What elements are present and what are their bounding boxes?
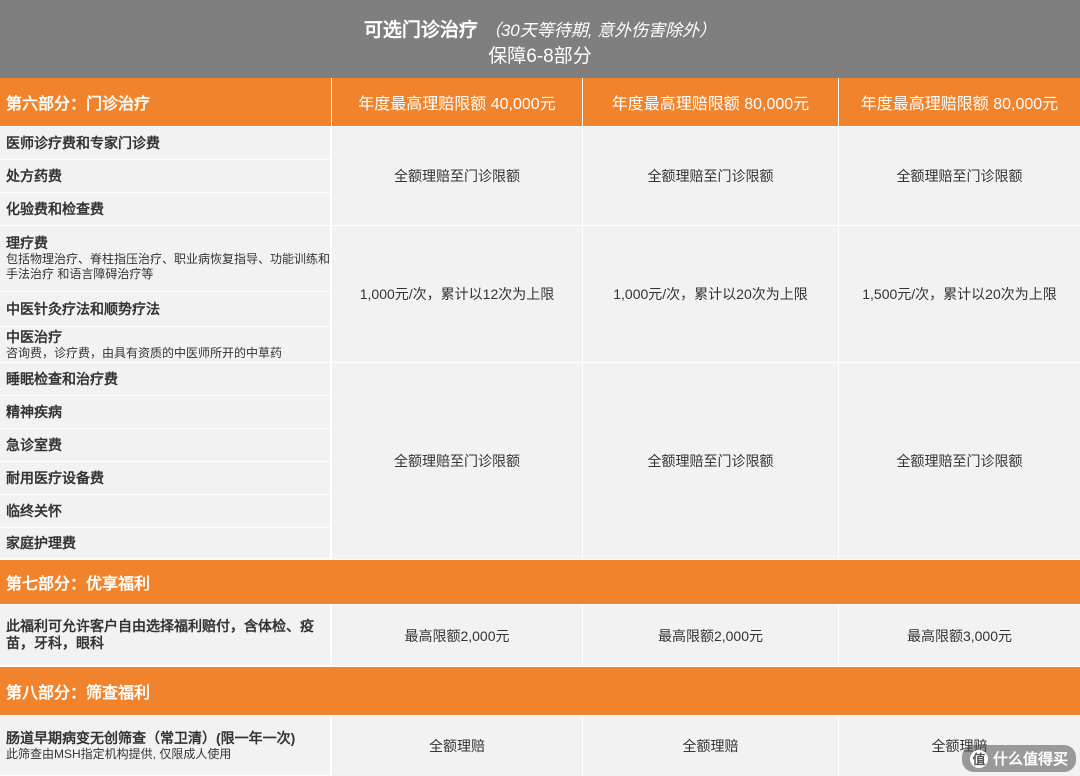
row-label: 中医治疗 咨询费，诊疗费，由具有资质的中医师所开的中草药	[0, 327, 330, 363]
row-label: 理疗费 包括物理治疗、脊柱指压治疗、职业病恢复指导、功能训练和手法治疗 和语言障碍…	[0, 226, 330, 292]
section-7-row-label: 此福利可允许客户自由选择福利赔付，含体检、疫苗，牙科，眼科	[0, 605, 330, 666]
row-label: 医师诊疗费和专家门诊费	[0, 127, 330, 160]
section-7-band: 第七部分：优享福利	[0, 560, 1080, 604]
watermark-text: 什么值得买	[992, 751, 1068, 768]
row-label: 急诊室费	[0, 429, 330, 462]
row-label: 家庭护理费	[0, 528, 330, 559]
group-2-plan-1: 1,000元/次，累计以12次为上限	[332, 226, 582, 362]
plan-3-limit: 年度最高理赔限额 80,000元	[860, 96, 1059, 113]
group-2-plan-2: 1,000元/次，累计以20次为上限	[583, 226, 838, 362]
group-1-plan-2: 全额理赔至门诊限额	[583, 127, 838, 225]
group-3-plan-2: 全额理赔至门诊限额	[583, 363, 838, 559]
section-8-plan-2: 全额理赔	[583, 716, 838, 776]
group-1-plan-1: 全额理赔至门诊限额	[332, 127, 582, 225]
header-note: （30天等待期, 意外伤害除外）	[483, 21, 717, 40]
row-label: 精神疾病	[0, 396, 330, 429]
row-label: 耐用医疗设备费	[0, 462, 330, 495]
row-label: 处方药费	[0, 160, 330, 193]
table-header: 可选门诊治疗 （30天等待期, 意外伤害除外） 保障6-8部分	[0, 0, 1080, 78]
plan-1-limit: 年度最高理赔限额 40,000元	[358, 96, 556, 113]
row-label: 化验费和检查费	[0, 193, 330, 226]
section-8-row-label: 肠道早期病变无创筛查（常卫清）(限一年一次) 此筛查由MSH指定机构提供, 仅限…	[0, 716, 330, 776]
section-8-band: 第八部分：筛查福利	[0, 667, 1080, 715]
section-8-plan-1: 全额理赔	[332, 716, 582, 776]
header-subtitle: 保障6-8部分	[488, 46, 592, 67]
section-7-label: 第七部分：优享福利	[6, 576, 151, 593]
row-label: 中医针灸疗法和顺势疗法	[0, 292, 330, 327]
group-3-plan-1: 全额理赔至门诊限额	[332, 363, 582, 559]
watermark-logo-icon: 值	[969, 749, 988, 768]
site-watermark: 值 什么值得买	[961, 745, 1076, 772]
section-8-label: 第八部分：筛查福利	[6, 685, 151, 702]
section-7-plan-1: 最高限额2,000元	[332, 605, 582, 666]
row-label: 睡眠检查和治疗费	[0, 363, 330, 396]
group-1-plan-3: 全额理赔至门诊限额	[839, 127, 1080, 225]
header-title: 可选门诊治疗	[363, 20, 478, 41]
section-6-band: 第六部分：门诊治疗 年度最高理赔限额 40,000元 年度最高理赔限额 80,0…	[0, 78, 1080, 126]
header-title-line: 可选门诊治疗 （30天等待期, 意外伤害除外）	[0, 15, 1080, 42]
plan-2-limit: 年度最高理赔限额 80,000元	[611, 96, 810, 113]
group-3-plan-3: 全额理赔至门诊限额	[839, 363, 1080, 559]
section-7-plan-2: 最高限额2,000元	[583, 605, 838, 666]
section-7-plan-3: 最高限额3,000元	[839, 605, 1080, 666]
section-6-label: 第六部分：门诊治疗	[6, 96, 151, 113]
group-2-plan-3: 1,500元/次，累计以20次为上限	[839, 226, 1080, 362]
row-label: 临终关怀	[0, 495, 330, 528]
